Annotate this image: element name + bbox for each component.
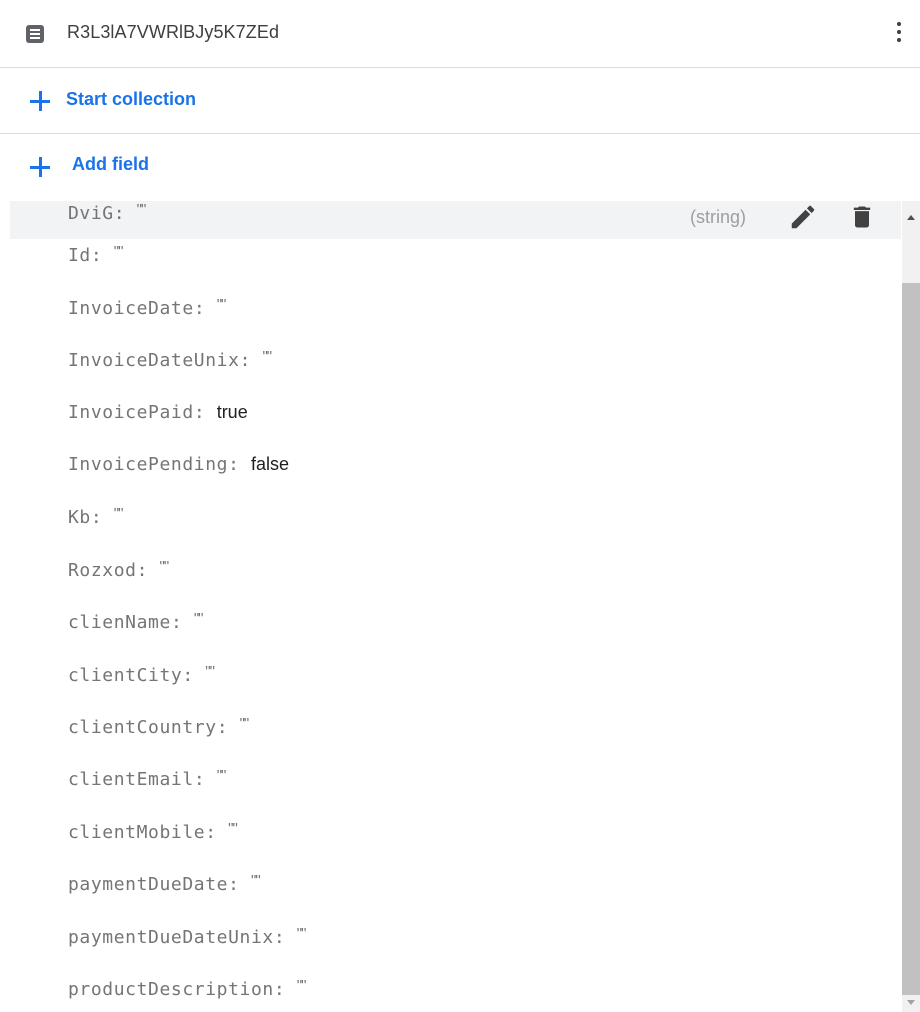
field-value: "" [228, 820, 238, 837]
field-key: clientEmail [68, 769, 194, 790]
scrollbar[interactable] [902, 201, 920, 1012]
field-row[interactable]: productDescription: "" [10, 969, 901, 1008]
field-value: "" [251, 872, 261, 889]
field-separator: : [228, 874, 251, 895]
field-separator: : [182, 665, 206, 686]
field-text: clientMobile: "" [68, 820, 238, 843]
field-separator: : [193, 402, 217, 423]
field-value: "" [239, 715, 250, 732]
field-key: Kb [68, 507, 91, 528]
plus-icon [30, 91, 50, 111]
scroll-up-arrow-icon[interactable] [907, 215, 915, 220]
field-row[interactable]: InvoiceDateUnix: "" [10, 340, 901, 379]
field-text: InvoicePending: false [68, 453, 289, 475]
field-row[interactable]: clientCountry: "" [10, 707, 901, 746]
field-separator: : [193, 769, 217, 790]
field-value: "" [205, 663, 215, 680]
field-separator: : [90, 245, 114, 266]
field-key: clientCountry [68, 717, 217, 738]
field-key: DviG [68, 203, 114, 224]
field-row[interactable]: DviG: "" (string) [10, 201, 901, 239]
field-separator: : [90, 507, 114, 528]
firestore-document-panel: R3L3lA7VWRlBJy5K7ZEd Start collection Ad… [0, 0, 920, 1012]
field-separator: : [216, 717, 240, 738]
field-text: clientCountry: "" [68, 715, 250, 738]
field-text: clientEmail: "" [68, 767, 227, 790]
field-separator: : [273, 979, 297, 1000]
field-key: Rozxod [68, 560, 137, 581]
plus-icon [30, 157, 50, 177]
field-row[interactable]: clientMobile: "" [10, 812, 901, 851]
field-separator: : [205, 822, 229, 843]
field-text: InvoiceDateUnix: "" [68, 348, 272, 371]
field-value: "" [216, 296, 227, 313]
field-key: clientMobile [68, 822, 206, 843]
field-value: "" [193, 610, 204, 627]
field-key: productDescription [68, 979, 274, 1000]
field-row[interactable]: InvoicePaid: true [10, 393, 901, 432]
field-value: "" [296, 977, 307, 994]
add-field-label: Add field [72, 154, 149, 174]
field-text: paymentDueDate: "" [68, 872, 261, 895]
field-row[interactable]: InvoicePending: false [10, 445, 901, 484]
field-separator: : [239, 350, 263, 371]
field-separator: : [170, 612, 194, 633]
field-text: Id: "" [68, 243, 124, 266]
field-text: DviG: "" [68, 201, 147, 224]
field-key: paymentDueDateUnix [68, 927, 274, 948]
add-field-button[interactable]: Add field [0, 134, 920, 200]
field-row[interactable]: Id: "" [10, 235, 901, 274]
field-row[interactable]: Rozxod: "" [10, 550, 901, 589]
field-key: InvoiceDate [68, 298, 194, 319]
field-row[interactable]: InvoiceDate: "" [10, 288, 901, 327]
document-icon [26, 25, 44, 43]
field-key: paymentDueDate [68, 874, 229, 895]
pencil-icon[interactable] [788, 202, 818, 232]
more-vert-icon[interactable] [892, 17, 906, 47]
field-text: Rozxod: "" [68, 558, 170, 581]
field-key: clienName [68, 612, 171, 633]
field-text: clientCity: "" [68, 663, 215, 686]
trash-icon[interactable] [848, 202, 876, 232]
field-value: "" [113, 243, 124, 260]
field-separator: : [273, 927, 297, 948]
field-row[interactable]: paymentDueDateUnix: "" [10, 917, 901, 956]
field-row[interactable]: clientCity: "" [10, 655, 901, 694]
field-row[interactable]: clienName: "" [10, 602, 901, 641]
document-header: R3L3lA7VWRlBJy5K7ZEd [0, 0, 920, 68]
scroll-thumb[interactable] [902, 283, 920, 995]
field-key: Id [68, 245, 91, 266]
field-text: InvoiceDate: "" [68, 296, 227, 319]
field-value: "" [136, 201, 147, 218]
field-key: clientCity [68, 665, 183, 686]
field-text: productDescription: "" [68, 977, 307, 1000]
field-list: DviG: "" (string) Id: "" InvoiceDate: "" Inv… [0, 201, 920, 1012]
start-collection-label: Start collection [66, 89, 197, 109]
field-separator: : [228, 454, 251, 475]
field-key: InvoiceDateUnix [68, 350, 240, 371]
scroll-down-arrow-icon[interactable] [907, 1000, 915, 1005]
field-key: InvoicePaid [68, 402, 194, 423]
field-type-label: (string) [690, 207, 747, 227]
field-row[interactable]: paymentDueDate: "" [10, 864, 901, 903]
field-separator: : [113, 203, 137, 224]
field-value: "" [216, 767, 227, 784]
field-value: "" [159, 558, 170, 575]
field-value: "" [113, 505, 124, 522]
field-text: InvoicePaid: true [68, 401, 248, 423]
field-key: InvoicePending [68, 454, 229, 475]
field-text: Kb: "" [68, 505, 124, 528]
field-value: true [216, 402, 248, 422]
field-row[interactable]: clientEmail: "" [10, 759, 901, 798]
start-collection-button[interactable]: Start collection [0, 68, 920, 134]
field-value: false [251, 454, 290, 474]
document-id: R3L3lA7VWRlBJy5K7ZEd [67, 22, 280, 42]
field-value: "" [262, 348, 272, 365]
field-text: clienName: "" [68, 610, 204, 633]
field-row[interactable]: Kb: "" [10, 497, 901, 536]
field-separator: : [136, 560, 160, 581]
field-text: paymentDueDateUnix: "" [68, 925, 307, 948]
field-value: "" [296, 925, 307, 942]
field-separator: : [193, 298, 217, 319]
